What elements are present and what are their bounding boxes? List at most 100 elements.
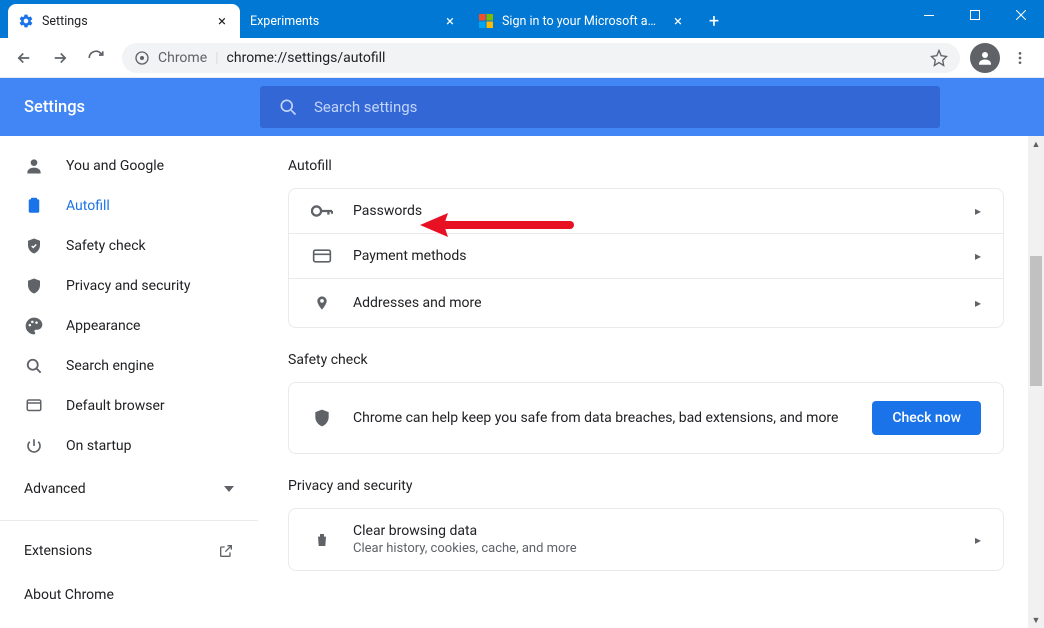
external-link-icon	[218, 543, 234, 559]
content-area: Autofill Passwords ▸ Payment methods ▸ A…	[258, 136, 1044, 628]
sidebar-item-safety-check[interactable]: Safety check	[0, 226, 258, 266]
browser-icon	[24, 397, 44, 415]
new-tab-button[interactable]: +	[700, 7, 728, 35]
scroll-up-icon[interactable]: ▲	[1028, 136, 1044, 152]
browser-tabs: Settings × Experiments × Sign in to your…	[0, 2, 906, 38]
chevron-right-icon: ▸	[975, 204, 981, 218]
tab-microsoft[interactable]: Sign in to your Microsoft account ×	[468, 4, 696, 38]
safety-check-row: Chrome can help keep you safe from data …	[289, 383, 1003, 453]
privacy-card: Clear browsing data Clear history, cooki…	[288, 508, 1004, 571]
check-now-button[interactable]: Check now	[872, 401, 981, 435]
shield-icon	[24, 276, 44, 296]
profile-avatar[interactable]	[970, 43, 1000, 73]
row-label: Addresses and more	[353, 295, 955, 311]
sidebar-item-label: On startup	[66, 438, 132, 454]
close-icon[interactable]: ×	[214, 13, 230, 29]
sidebar-item-default-browser[interactable]: Default browser	[0, 386, 258, 426]
palette-icon	[24, 316, 44, 336]
page-title: Settings	[24, 98, 260, 117]
safety-card: Chrome can help keep you safe from data …	[288, 382, 1004, 454]
sidebar-item-label: Autofill	[66, 198, 110, 214]
sidebar-separator	[0, 520, 258, 521]
sidebar-advanced-toggle[interactable]: Advanced	[0, 466, 258, 512]
gear-icon	[18, 13, 34, 29]
back-button[interactable]	[8, 42, 40, 74]
sidebar-extensions-label: Extensions	[24, 543, 92, 559]
sidebar: You and Google Autofill Safety check Pri…	[0, 136, 258, 628]
close-window-button[interactable]	[998, 0, 1044, 30]
tab-settings[interactable]: Settings ×	[8, 4, 240, 38]
sidebar-item-you-and-google[interactable]: You and Google	[0, 146, 258, 186]
pin-icon	[311, 293, 333, 313]
row-clear-browsing-data[interactable]: Clear browsing data Clear history, cooki…	[289, 509, 1003, 570]
url-divider: |	[215, 50, 218, 66]
reload-button[interactable]	[80, 42, 112, 74]
sidebar-item-label: Safety check	[66, 238, 146, 254]
sidebar-item-privacy[interactable]: Privacy and security	[0, 266, 258, 306]
address-bar[interactable]: Chrome | chrome://settings/autofill	[122, 43, 960, 73]
row-label: Clear browsing data	[353, 523, 955, 539]
main-layout: You and Google Autofill Safety check Pri…	[0, 136, 1044, 628]
person-icon	[24, 156, 44, 176]
sidebar-item-autofill[interactable]: Autofill	[0, 186, 258, 226]
row-addresses[interactable]: Addresses and more ▸	[289, 279, 1003, 327]
minimize-button[interactable]	[906, 0, 952, 30]
row-label: Passwords	[353, 203, 955, 219]
microsoft-icon	[478, 13, 494, 29]
clipboard-icon	[24, 196, 44, 216]
scrollbar-thumb[interactable]	[1030, 256, 1042, 386]
autofill-card: Passwords ▸ Payment methods ▸ Addresses …	[288, 188, 1004, 328]
browser-toolbar: Chrome | chrome://settings/autofill	[0, 38, 1044, 78]
row-payment-methods[interactable]: Payment methods ▸	[289, 234, 1003, 279]
section-title-autofill: Autofill	[288, 158, 1004, 174]
chevron-down-icon	[224, 486, 234, 492]
tab-experiments[interactable]: Experiments ×	[240, 4, 468, 38]
search-icon	[278, 97, 298, 117]
row-sublabel: Clear history, cookies, cache, and more	[353, 541, 955, 556]
site-info-icon[interactable]	[134, 50, 150, 66]
chevron-right-icon: ▸	[975, 296, 981, 310]
window-title-bar: Settings × Experiments × Sign in to your…	[0, 0, 1044, 38]
search-input[interactable]	[314, 98, 922, 116]
sidebar-advanced-label: Advanced	[24, 481, 86, 497]
key-icon	[311, 204, 333, 218]
sidebar-item-on-startup[interactable]: On startup	[0, 426, 258, 466]
close-icon[interactable]: ×	[670, 13, 686, 29]
sidebar-about-chrome[interactable]: About Chrome	[0, 573, 258, 617]
url-scheme: Chrome	[158, 50, 207, 66]
row-text: Clear browsing data Clear history, cooki…	[353, 523, 955, 556]
sidebar-item-label: You and Google	[66, 158, 164, 174]
trash-icon	[311, 530, 333, 550]
search-icon	[24, 356, 44, 376]
row-label: Payment methods	[353, 248, 955, 264]
tab-label: Settings	[42, 14, 206, 29]
shield-icon	[311, 407, 333, 429]
scrollbar[interactable]: ▲ ▼	[1028, 136, 1044, 628]
settings-search[interactable]	[260, 86, 940, 128]
sidebar-item-label: Appearance	[66, 318, 140, 334]
sidebar-item-appearance[interactable]: Appearance	[0, 306, 258, 346]
sidebar-item-label: Default browser	[66, 398, 165, 414]
scroll-down-icon[interactable]: ▼	[1028, 612, 1044, 628]
row-passwords[interactable]: Passwords ▸	[289, 189, 1003, 234]
window-controls	[906, 0, 1044, 30]
section-title-safety: Safety check	[288, 352, 1004, 368]
bookmark-icon[interactable]	[930, 49, 948, 67]
chevron-right-icon: ▸	[975, 249, 981, 263]
close-icon[interactable]: ×	[442, 13, 458, 29]
shield-check-icon	[24, 236, 44, 256]
maximize-button[interactable]	[952, 0, 998, 30]
settings-header: Settings	[0, 78, 1044, 136]
section-title-privacy: Privacy and security	[288, 478, 1004, 494]
credit-card-icon	[311, 248, 333, 264]
sidebar-about-label: About Chrome	[24, 587, 114, 603]
chrome-menu-button[interactable]	[1004, 42, 1036, 74]
sidebar-item-search-engine[interactable]: Search engine	[0, 346, 258, 386]
url-text: chrome://settings/autofill	[227, 50, 386, 66]
tab-label: Experiments	[250, 14, 434, 29]
sidebar-extensions[interactable]: Extensions	[0, 529, 258, 573]
forward-button[interactable]	[44, 42, 76, 74]
safety-desc: Chrome can help keep you safe from data …	[353, 410, 852, 426]
chevron-right-icon: ▸	[975, 533, 981, 547]
sidebar-item-label: Search engine	[66, 358, 154, 374]
